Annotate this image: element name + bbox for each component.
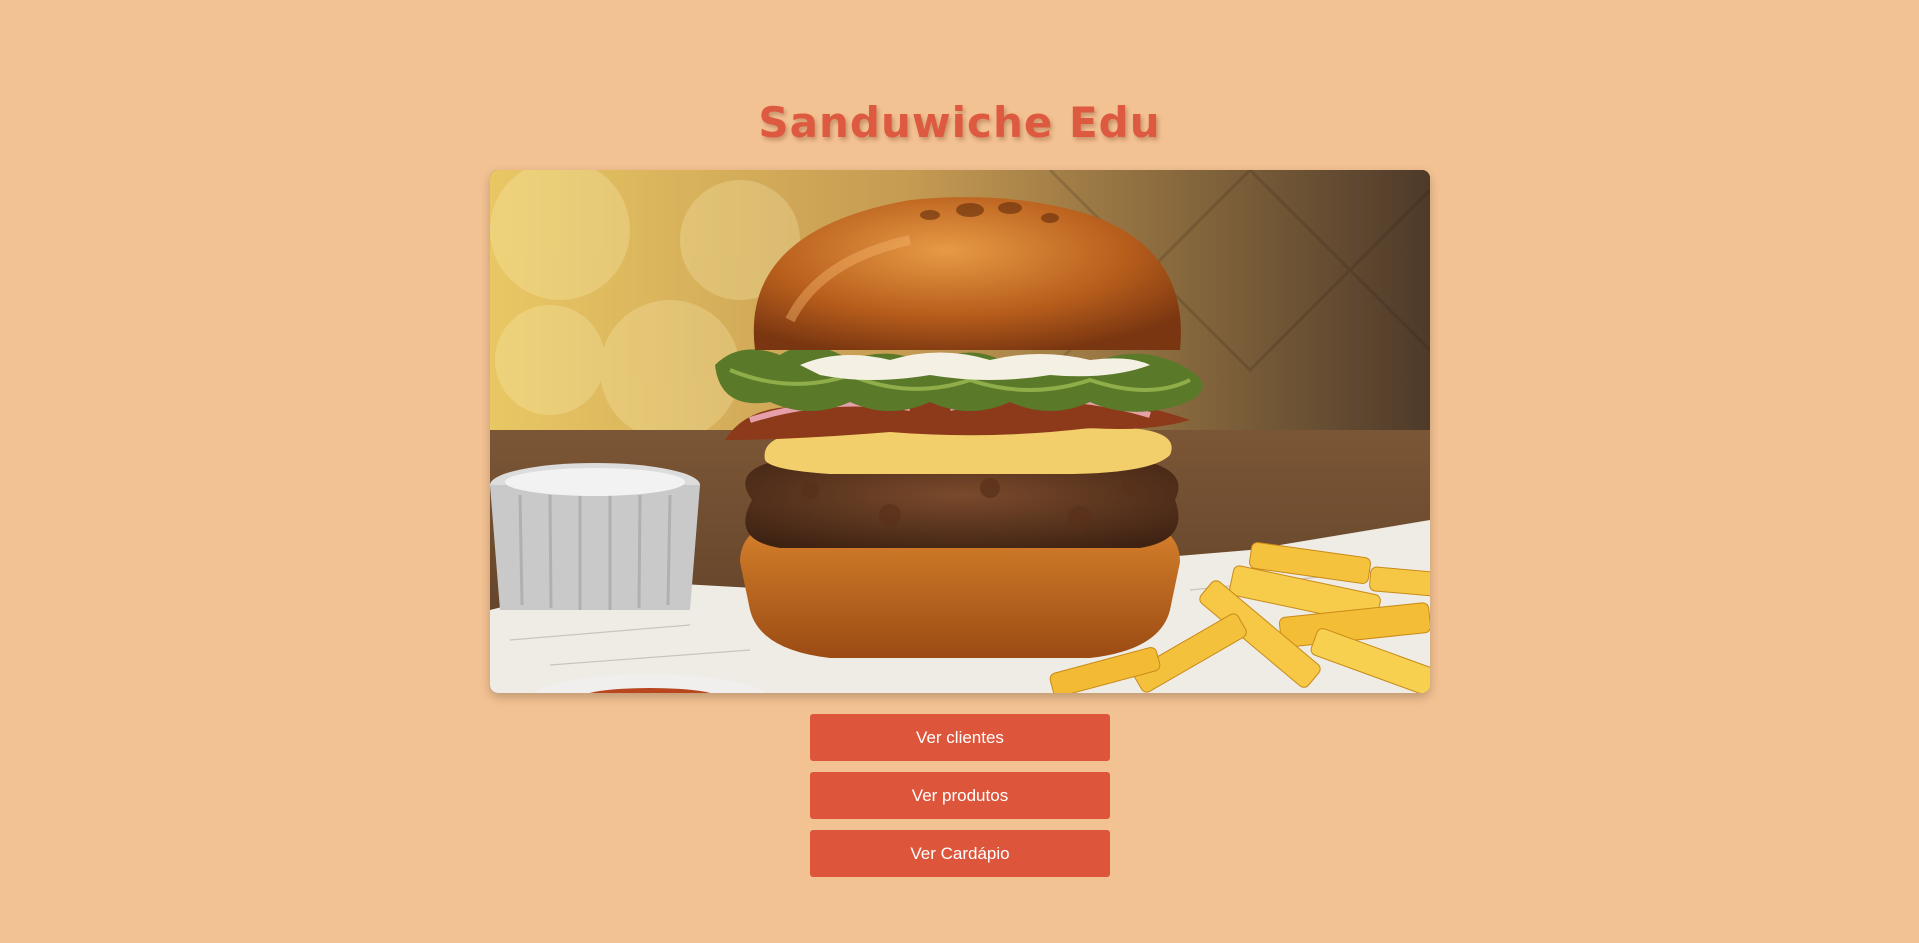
ver-clientes-button[interactable]: Ver clientes bbox=[810, 714, 1110, 761]
action-buttons: Ver clientes Ver produtos Ver Cardápio bbox=[810, 714, 1110, 888]
page-title: Sanduwiche Edu bbox=[758, 98, 1161, 147]
ver-produtos-button[interactable]: Ver produtos bbox=[810, 772, 1110, 819]
burger-illustration bbox=[490, 170, 1430, 693]
burger-hero-image bbox=[490, 170, 1430, 693]
ver-cardapio-button[interactable]: Ver Cardápio bbox=[810, 830, 1110, 877]
page: Sanduwiche Edu Ver clientes Ver produtos… bbox=[0, 0, 1919, 943]
